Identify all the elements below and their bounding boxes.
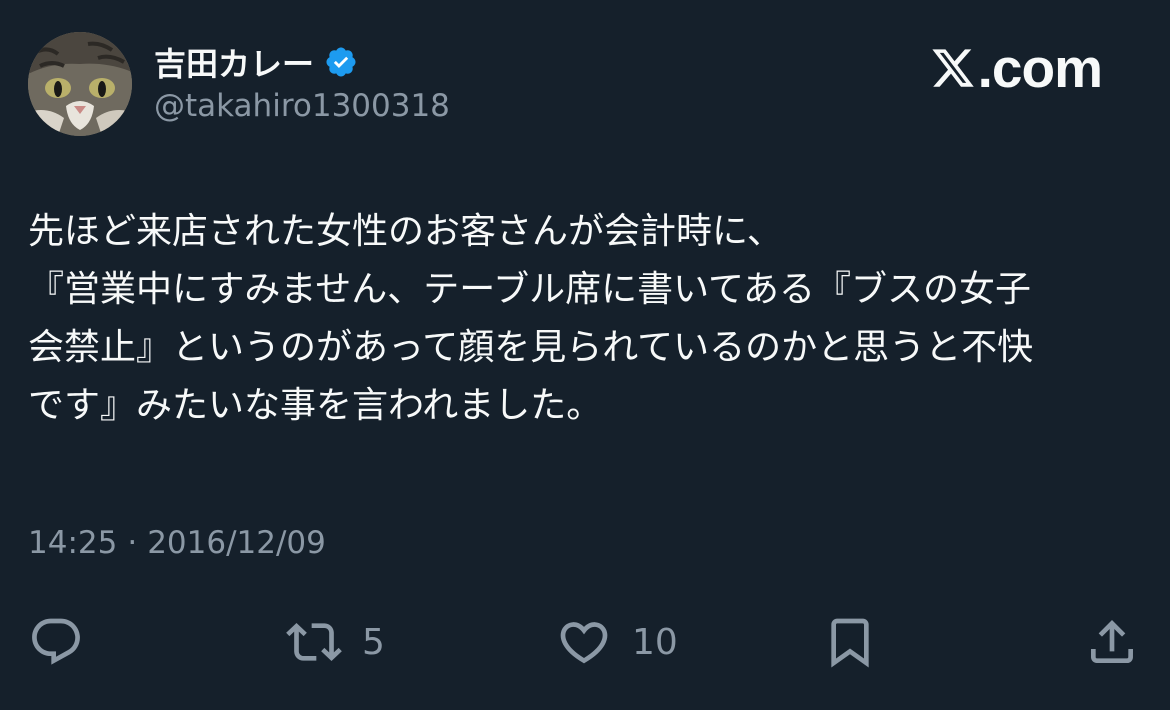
avatar[interactable] [28, 32, 132, 136]
action-bar: 5 10 [0, 612, 1170, 672]
bookmark-icon [831, 618, 869, 668]
like-count: 10 [632, 621, 678, 663]
bookmark-button[interactable] [822, 612, 878, 672]
author-handle[interactable]: @takahiro1300318 [154, 88, 450, 124]
share-button[interactable] [1084, 612, 1140, 672]
tweet-timestamp[interactable]: 14:25 · 2016/12/09 [28, 525, 326, 561]
reply-icon [32, 618, 80, 665]
share-icon [1091, 620, 1133, 663]
cat-avatar-icon [28, 32, 132, 136]
author-display-name[interactable]: 吉田カレー [154, 39, 314, 85]
x-logo-icon [930, 45, 976, 91]
tweet-text-line: 『営業中にすみません、テーブル席に書いてある『ブスの女子 [28, 269, 1031, 310]
tweet-time: 14:25 [28, 525, 118, 561]
timestamp-separator: · [127, 525, 138, 561]
reply-button[interactable] [28, 612, 84, 672]
retweet-count: 5 [362, 621, 385, 663]
tweet-date: 2016/12/09 [147, 525, 326, 561]
retweet-icon [286, 623, 342, 661]
retweet-button[interactable]: 5 [286, 612, 385, 672]
brand-text: .com [977, 37, 1103, 99]
like-button[interactable]: 10 [556, 612, 678, 672]
brand-logo: .com [930, 36, 1103, 100]
tweet-text-line: 会禁止』というのがあって顔を見られているのかと思うと不快 [28, 327, 1034, 368]
heart-icon [560, 622, 608, 664]
tweet-text: 先ほど来店された女性のお客さんが会計時に、 『営業中にすみません、テーブル席に書… [28, 203, 1138, 435]
tweet-text-line: です』みたいな事を言われました。 [28, 385, 603, 426]
verified-badge-icon [324, 45, 358, 79]
author-name-row: 吉田カレー [154, 40, 358, 84]
tweet-text-line: 先ほど来店された女性のお客さんが会計時に、 [28, 211, 783, 252]
